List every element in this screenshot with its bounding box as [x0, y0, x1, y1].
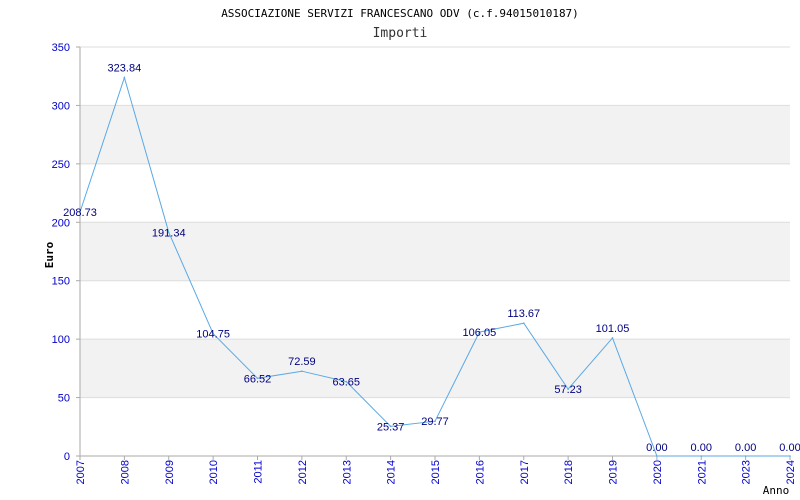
data-label: 29.77 [421, 416, 449, 428]
x-tick-label: 2012 [297, 460, 309, 484]
x-tick-label: 2019 [608, 460, 620, 484]
x-tick-label: 2018 [563, 460, 575, 484]
data-label: 104.75 [196, 329, 230, 341]
x-axis-label: Anno [763, 484, 790, 497]
x-tick-label: 2013 [341, 460, 353, 484]
x-tick-label: 2021 [696, 460, 708, 484]
data-label: 63.65 [332, 377, 360, 389]
y-tick-label: 300 [52, 100, 70, 112]
data-point [656, 455, 658, 457]
data-label: 208.73 [63, 207, 97, 219]
data-point [522, 322, 525, 324]
y-tick-label: 0 [64, 451, 70, 463]
y-tick-label: 100 [52, 334, 70, 346]
plot-band [80, 105, 790, 164]
x-tick-label: 2017 [519, 460, 531, 484]
data-label: 0.00 [646, 442, 667, 454]
data-label: 57.23 [554, 384, 582, 396]
x-tick-label: 2024 [785, 460, 797, 484]
data-label: 25.37 [377, 421, 405, 433]
x-tick-label: 2011 [253, 460, 265, 484]
data-point [301, 370, 303, 372]
data-label: 66.52 [244, 373, 272, 385]
x-tick-label: 2010 [208, 460, 220, 484]
x-tick-label: 2014 [386, 460, 398, 484]
data-point [700, 455, 703, 457]
y-tick-label: 50 [58, 393, 70, 405]
data-label: 0.00 [735, 442, 756, 454]
y-tick-label: 150 [52, 276, 70, 288]
data-point [744, 455, 747, 457]
data-label: 113.67 [507, 308, 540, 320]
x-tick-label: 2023 [741, 460, 753, 484]
data-point [611, 337, 614, 339]
data-label: 106.05 [463, 327, 497, 339]
x-tick-label: 2020 [652, 460, 664, 484]
plot-band [80, 339, 790, 398]
data-label: 0.00 [779, 442, 800, 454]
data-label: 72.59 [288, 356, 316, 368]
x-tick-label: 2007 [75, 460, 87, 484]
data-label: 0.00 [691, 442, 712, 454]
data-label: 191.34 [152, 227, 186, 239]
x-tick-label: 2008 [119, 460, 131, 484]
chart-subtitle: Importi [373, 26, 428, 41]
data-point [123, 76, 126, 79]
y-axis-label: Euro [43, 241, 56, 268]
data-label: 323.84 [108, 63, 142, 75]
chart-title: ASSOCIAZIONE SERVIZI FRANCESCANO ODV (c.… [221, 7, 579, 20]
line-chart: 050100150200250300350 2007 2008 2009 2010 20… [0, 0, 800, 500]
plot-bands [80, 105, 790, 398]
y-tick-label: 250 [52, 159, 70, 171]
x-tick-label: 2009 [164, 460, 176, 484]
x-tick-label: 2015 [430, 460, 442, 484]
y-tick-label: 350 [52, 42, 70, 54]
data-label: 101.05 [596, 323, 630, 335]
x-tick-label: 2016 [474, 460, 486, 484]
data-point [789, 455, 791, 457]
